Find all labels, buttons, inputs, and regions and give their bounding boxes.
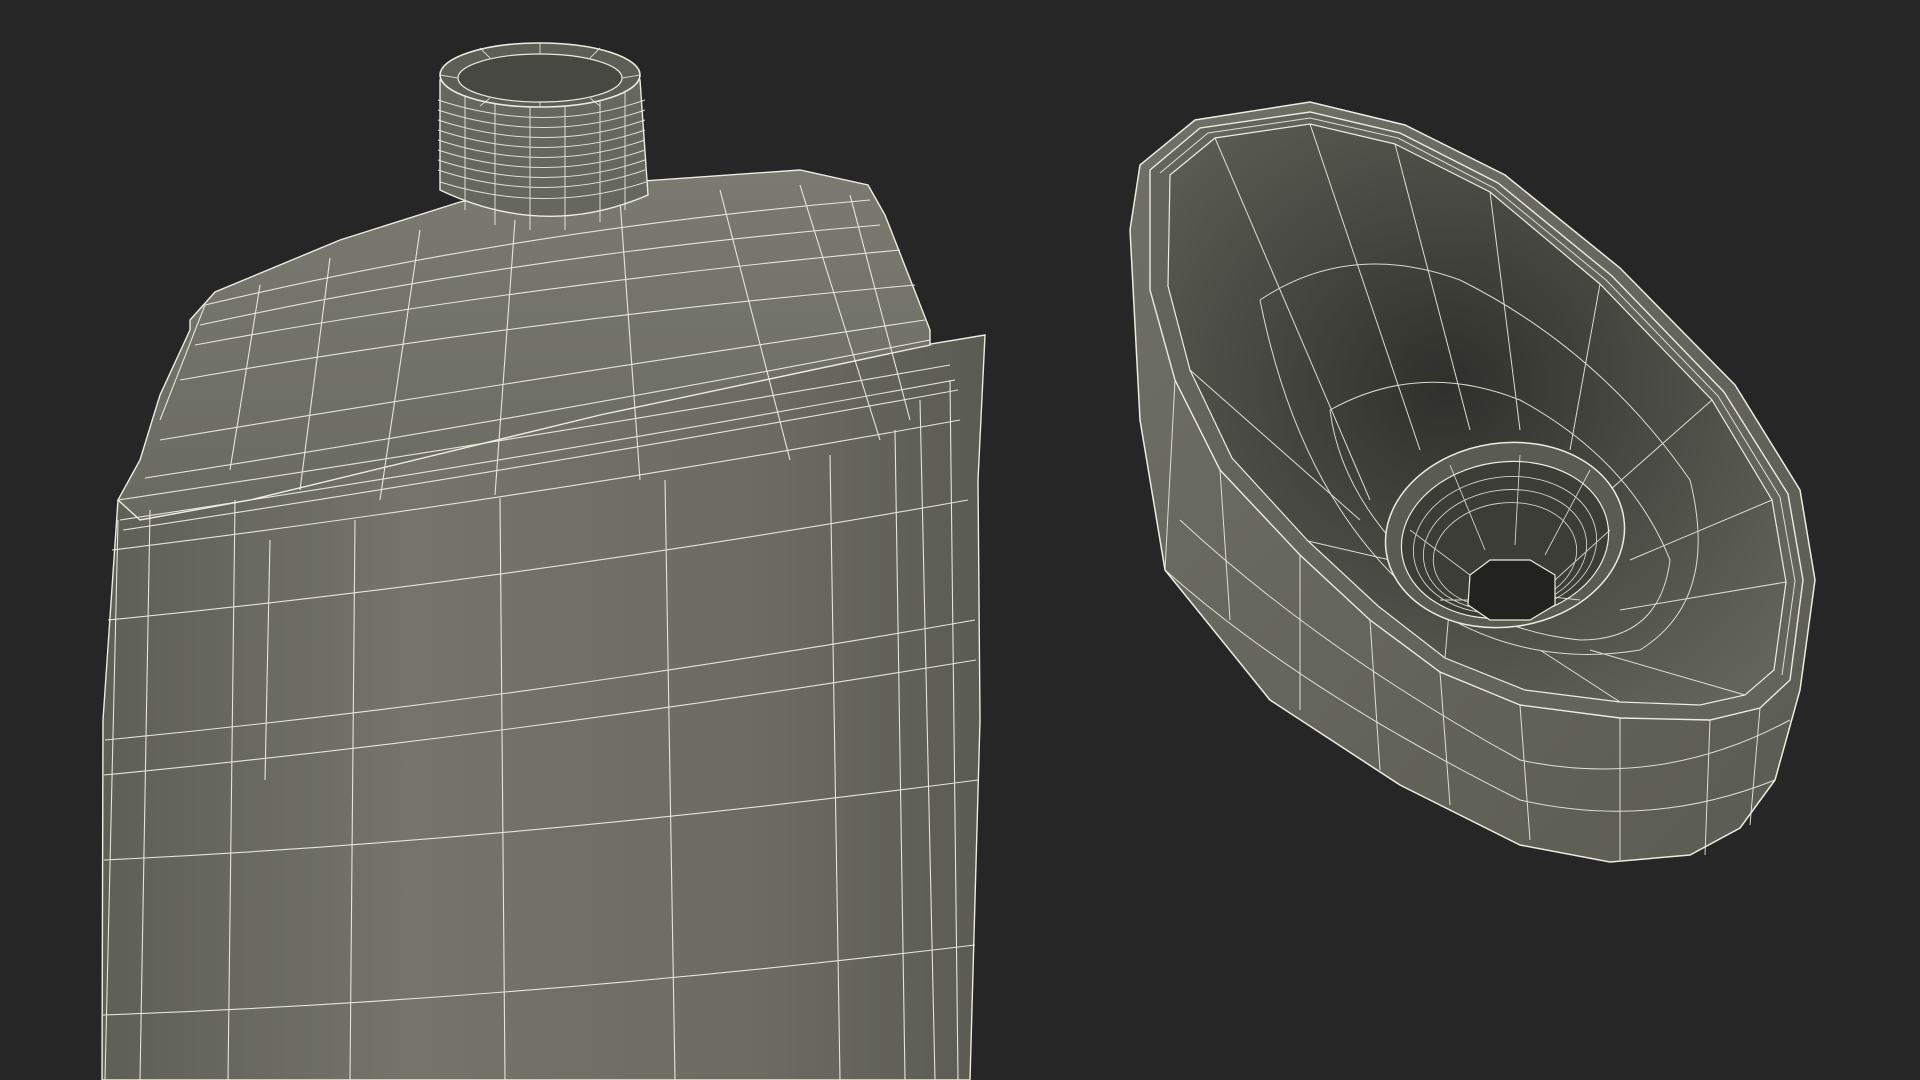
bottle-body-wireframe [101,42,986,1080]
wireframe-render-scene [101,42,1816,1080]
cap-spout-hole [1467,559,1556,621]
bottle-cap-wireframe [1129,101,1816,863]
